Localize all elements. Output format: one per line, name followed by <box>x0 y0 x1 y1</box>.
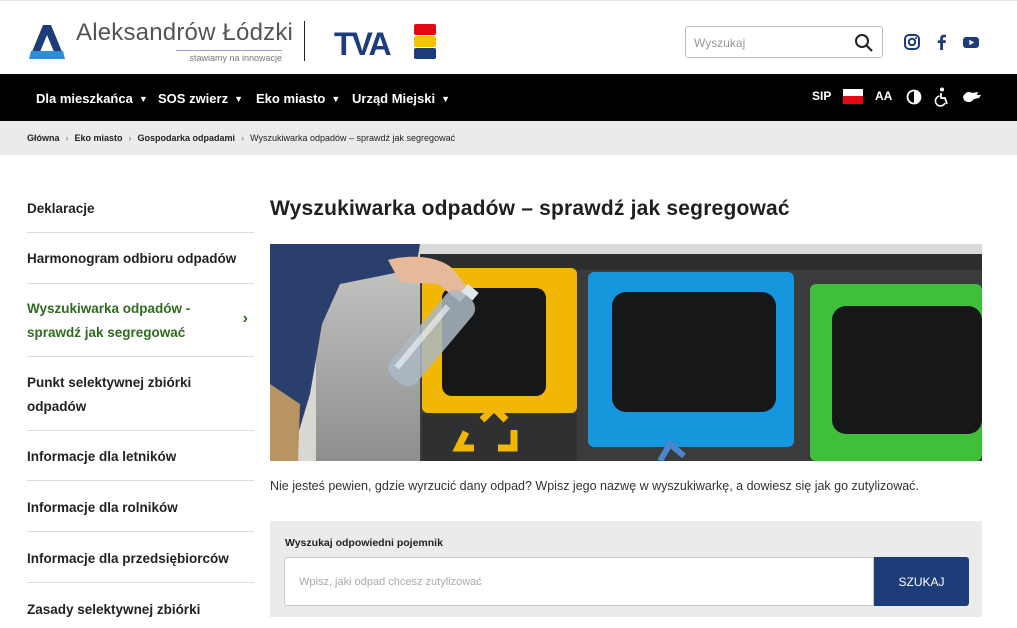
nav-eko-miasto[interactable]: Eko miasto ▼ <box>256 91 340 106</box>
sidebar-item-label: Wyszukiwarka odpadów - sprawdź jak segre… <box>27 301 191 340</box>
breadcrumb-eko-miasto[interactable]: Eko miasto <box>75 133 123 143</box>
sidebar-item-harmonogram[interactable]: Harmonogram odbioru odpadów <box>27 233 254 284</box>
sidebar-item-label: Informacje dla przedsiębiorców <box>27 551 229 566</box>
breadcrumb-bar: Główna › Eko miasto › Gospodarka odpadami › Wy… <box>0 121 1017 155</box>
city-name: Aleksandrów Łódzki <box>76 19 294 46</box>
instagram-icon[interactable] <box>903 33 921 51</box>
sidebar-item-deklaracje[interactable]: Deklaracje <box>27 183 254 233</box>
nav-label: Urząd Miejski <box>352 91 436 106</box>
search-button[interactable]: SZUKAJ <box>874 557 969 606</box>
breadcrumb-home[interactable]: Główna <box>27 133 60 143</box>
breadcrumb-gospodarka[interactable]: Gospodarka odpadami <box>138 133 236 143</box>
page-title: Wyszukiwarka odpadów – sprawdź jak segre… <box>270 197 790 220</box>
sidebar-item-label: Informacje dla letników <box>27 449 177 464</box>
waste-finder-panel: Wyszukaj odpowiedni pojemnik SZUKAJ <box>270 521 982 617</box>
chevron-down-icon: ▼ <box>331 94 341 104</box>
sidebar-menu: Deklaracje Harmonogram odbioru odpadów W… <box>27 183 254 625</box>
sidebar-item-zasady[interactable]: Zasady selektywnej zbiórki <box>27 583 254 625</box>
breadcrumb: Główna › Eko miasto › Gospodarka odpadami › Wy… <box>27 133 455 143</box>
city-tagline: stawiamy na innowacje <box>176 50 282 63</box>
city-logo-icon[interactable] <box>27 23 67 61</box>
nav-dla-mieszkanca[interactable]: Dla mieszkańca ▼ <box>36 91 148 106</box>
nav-label: Eko miasto <box>256 91 326 106</box>
accessibility-icon[interactable] <box>934 87 950 107</box>
nav-urzad-miejski[interactable]: Urząd Miejski ▼ <box>352 91 450 106</box>
hero-image-recycling-bins <box>270 244 982 461</box>
finder-label: Wyszukaj odpowiedni pojemnik <box>285 537 443 549</box>
facebook-icon[interactable] <box>933 33 951 51</box>
chevron-right-icon: › <box>65 133 69 143</box>
tva-logo-icon[interactable]: TVA <box>334 24 438 60</box>
chevron-right-icon: › <box>242 310 248 327</box>
logo-divider <box>304 21 305 61</box>
sidebar-item-label: Zasady selektywnej zbiórki <box>27 602 201 617</box>
contrast-icon[interactable] <box>906 89 922 105</box>
nav-label: Dla mieszkańca <box>36 91 133 106</box>
waste-search-input[interactable] <box>284 557 874 606</box>
nav-sos-zwierz[interactable]: SOS zwierz ▼ <box>158 91 243 106</box>
site-search-input[interactable] <box>694 33 844 53</box>
chevron-down-icon: ▼ <box>234 94 243 104</box>
chevron-down-icon: ▼ <box>138 94 148 104</box>
sidebar-item-wyszukiwarka[interactable]: Wyszukiwarka odpadów - sprawdź jak segre… <box>27 284 254 357</box>
main-navigation: Dla mieszkańca ▼ SOS zwierz ▼ Eko miasto ▼ … <box>0 74 1017 121</box>
sip-link[interactable]: SIP <box>812 89 831 103</box>
sidebar-item-label: Punkt selektywnej zbiórki odpadów <box>27 375 192 414</box>
font-size-toggle[interactable]: AA <box>875 89 892 103</box>
chevron-right-icon: › <box>241 133 245 143</box>
breadcrumb-current: Wyszukiwarka odpadów – sprawdź jak segre… <box>250 133 456 143</box>
chevron-down-icon: ▼ <box>441 94 451 104</box>
svg-text:TVA: TVA <box>334 26 392 60</box>
sidebar-item-rolnicy[interactable]: Informacje dla rolników <box>27 481 254 532</box>
nav-label: SOS zwierz <box>158 91 229 106</box>
chevron-right-icon: › <box>128 133 132 143</box>
sign-language-icon[interactable] <box>961 88 983 106</box>
sidebar-item-label: Deklaracje <box>27 201 95 216</box>
sidebar-item-przedsiebiorcy[interactable]: Informacje dla przedsiębiorców <box>27 532 254 583</box>
intro-text: Nie jesteś pewien, gdzie wyrzucić dany o… <box>270 479 919 493</box>
sidebar-item-letnicy[interactable]: Informacje dla letników <box>27 431 254 481</box>
sign-language-flag-icon[interactable] <box>843 86 863 106</box>
search-icon[interactable] <box>854 33 874 53</box>
site-search[interactable] <box>685 26 883 58</box>
sidebar-item-label: Informacje dla rolników <box>27 500 178 515</box>
site-header: Aleksandrów Łódzki stawiamy na innowacje… <box>0 0 1017 74</box>
sidebar-item-label: Harmonogram odbioru odpadów <box>27 251 237 266</box>
sidebar-item-pszok[interactable]: Punkt selektywnej zbiórki odpadów <box>27 357 254 431</box>
youtube-icon[interactable] <box>962 33 980 51</box>
